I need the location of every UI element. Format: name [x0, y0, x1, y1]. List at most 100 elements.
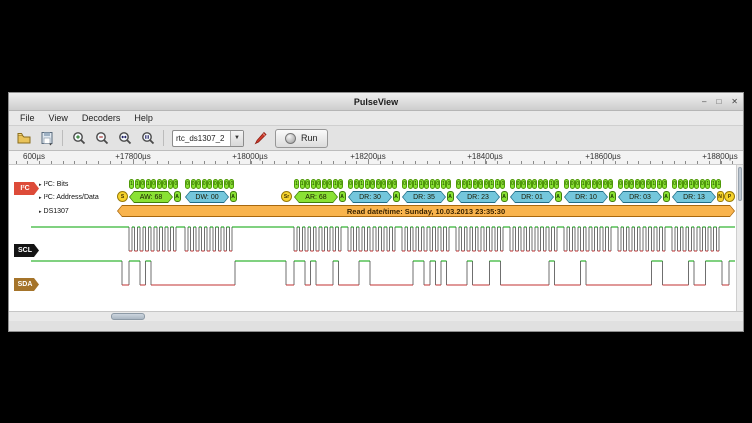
ruler-label: 600µs — [23, 152, 45, 161]
i2c-bit-annotation: 0 — [597, 179, 602, 189]
menu-help[interactable]: Help — [127, 112, 160, 124]
toolbar: rtc_ds1307_2 ▼ Run — [9, 126, 743, 151]
save-session-button[interactable] — [36, 128, 57, 149]
run-button[interactable]: Run — [275, 129, 328, 148]
ruler-minor-tick — [685, 161, 686, 164]
run-button-label: Run — [301, 133, 318, 143]
ruler-minor-tick — [403, 161, 404, 164]
i2c-decoder-tag[interactable]: I²C — [14, 182, 39, 195]
i2c-byte-annotation: DW: 00 — [185, 191, 229, 203]
i2c-bit-annotation: 0 — [462, 179, 467, 189]
i2c-bit-annotation: 0 — [162, 179, 167, 189]
minimize-button[interactable]: – — [702, 98, 706, 106]
i2c-bit-annotation: 0 — [554, 179, 559, 189]
decoder-row-0[interactable]: ▸I²C: Bits — [39, 179, 68, 190]
i2c-bit-annotation: 0 — [224, 179, 229, 189]
ruler-minor-tick — [227, 161, 228, 164]
ruler-minor-tick — [27, 161, 28, 164]
ruler-minor-tick — [697, 161, 698, 164]
annotation-text: DW: 00 — [186, 192, 228, 202]
ruler-minor-tick — [709, 161, 710, 164]
zoom-in-icon — [71, 130, 87, 146]
i2c-bit-annotation: 1 — [129, 179, 134, 189]
ruler-minor-tick — [86, 161, 87, 164]
vertical-scrollbar-thumb[interactable] — [738, 167, 742, 201]
i2c-bit-annotation: 0 — [538, 179, 543, 189]
annotation-text: DR: 10 — [565, 192, 607, 202]
vertical-scrollbar[interactable] — [736, 165, 743, 311]
i2c-bit-annotation: 0 — [327, 179, 332, 189]
expand-arrow-icon[interactable]: ▸ — [39, 195, 42, 201]
ruler-minor-tick — [427, 161, 428, 164]
ruler-minor-tick — [568, 161, 569, 164]
i2c-bit-annotation: 0 — [207, 179, 212, 189]
chevron-down-icon[interactable]: ▼ — [230, 131, 243, 146]
i2c-bit-annotation: 1 — [365, 179, 370, 189]
zoom-in-button[interactable] — [68, 128, 89, 149]
menu-decoders[interactable]: Decoders — [75, 112, 128, 124]
i2c-bit-annotation: 0 — [700, 179, 705, 189]
ruler-minor-tick — [16, 161, 17, 164]
window-title: PulseView — [354, 97, 398, 107]
zoom-fit-icon — [117, 130, 133, 146]
i2c-ack-marker: A — [555, 191, 562, 202]
ruler-minor-tick — [603, 161, 604, 164]
horizontal-scrollbar[interactable] — [9, 311, 743, 321]
i2c-bit-annotation: 0 — [510, 179, 515, 189]
titlebar[interactable]: PulseView – □ ✕ — [9, 93, 743, 111]
i2c-ack-marker: A — [230, 191, 237, 202]
open-file-button[interactable] — [13, 128, 34, 149]
i2c-bit-annotation: 0 — [370, 179, 375, 189]
annotation-text: AR: 68 — [295, 192, 337, 202]
sda-channel-tag[interactable]: SDA — [14, 278, 39, 291]
zoom-fit-button[interactable] — [114, 128, 135, 149]
i2c-bit-annotation: 1 — [549, 179, 554, 189]
i2c-ack-marker: A — [174, 191, 181, 202]
session-file-combobox[interactable]: rtc_ds1307_2 ▼ — [172, 130, 244, 147]
i2c-bit-annotation: 1 — [495, 179, 500, 189]
annotation-text: DR: 01 — [511, 192, 553, 202]
ruler-minor-tick — [333, 161, 334, 164]
i2c-bit-annotation: 1 — [657, 179, 662, 189]
i2c-bit-annotation: 0 — [635, 179, 640, 189]
ruler-minor-tick — [368, 161, 369, 164]
i2c-bit-annotation: 0 — [694, 179, 699, 189]
decoder-row-1[interactable]: ▸I²C: Address/Data — [39, 192, 99, 203]
i2c-bit-annotation: 1 — [359, 179, 364, 189]
i2c-bit-annotation: 0 — [532, 179, 537, 189]
horizontal-scrollbar-thumb[interactable] — [111, 313, 145, 320]
decoder-row-2[interactable]: ▸DS1307 — [39, 206, 69, 217]
close-button[interactable]: ✕ — [731, 98, 738, 106]
i2c-ack-marker: A — [663, 191, 670, 202]
menubar: File View Decoders Help — [9, 111, 743, 126]
i2c-ack-marker: A — [447, 191, 454, 202]
expand-arrow-icon[interactable]: ▸ — [39, 182, 42, 188]
ruler-minor-tick — [580, 161, 581, 164]
i2c-bit-annotation: 0 — [218, 179, 223, 189]
probe-config-button[interactable] — [249, 128, 270, 149]
menu-view[interactable]: View — [42, 112, 75, 124]
decoder-row-label: I²C: Address/Data — [44, 194, 99, 201]
i2c-bit-annotation: 1 — [135, 179, 140, 189]
i2c-byte-annotation: DR: 01 — [510, 191, 554, 203]
i2c-bit-annotation: 0 — [484, 179, 489, 189]
i2c-bit-annotation: 0 — [402, 179, 407, 189]
scl-channel-tag[interactable]: SCL — [14, 244, 39, 257]
i2c-ack-marker: A — [501, 191, 508, 202]
probe-icon — [252, 130, 268, 146]
i2c-bit-annotation: 0 — [435, 179, 440, 189]
ruler-minor-tick — [650, 161, 651, 164]
maximize-button[interactable]: □ — [716, 98, 721, 106]
i2c-bit-annotation: 0 — [608, 179, 613, 189]
zoom-out-button[interactable] — [91, 128, 112, 149]
i2c-bit-annotation: 1 — [333, 179, 338, 189]
ruler-minor-tick — [74, 161, 75, 164]
i2c-bit-annotation: 0 — [202, 179, 207, 189]
i2c-bit-annotation: 0 — [640, 179, 645, 189]
expand-arrow-icon[interactable]: ▸ — [39, 209, 42, 215]
i2c-bit-annotation: 0 — [473, 179, 478, 189]
i2c-bit-annotation: 0 — [408, 179, 413, 189]
zoom-one-to-one-button[interactable] — [137, 128, 158, 149]
i2c-bit-annotation: 1 — [311, 179, 316, 189]
menu-file[interactable]: File — [13, 112, 42, 124]
